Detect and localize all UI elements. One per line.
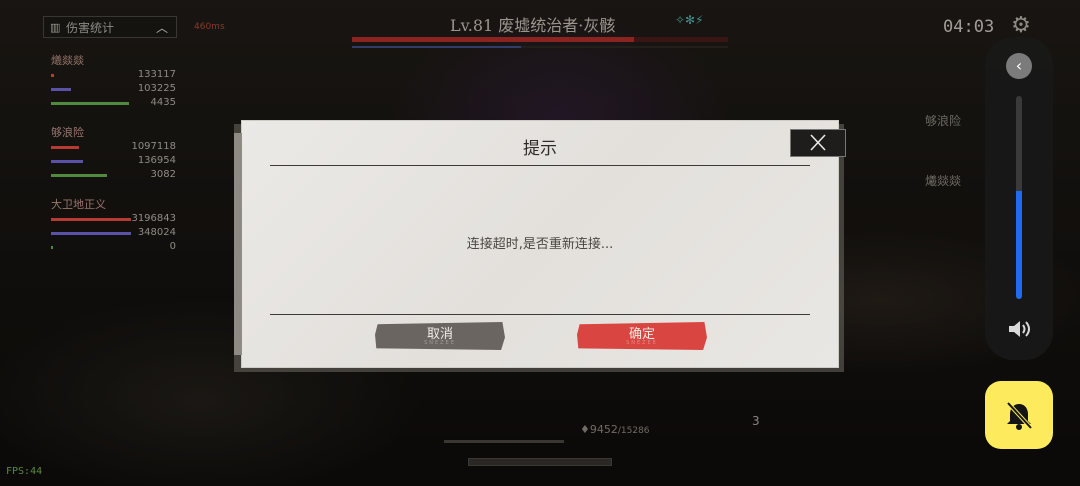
damage-stat-row: 136954 — [51, 155, 181, 167]
cast-bar — [444, 440, 564, 443]
cancel-button[interactable]: 取消 SNEZEE — [375, 322, 505, 350]
damage-stats-title: 伤害统计 — [66, 21, 115, 35]
dialog-title: 提示 — [523, 139, 557, 159]
energy-bar — [468, 458, 612, 466]
damage-stat-value: 3196843 — [131, 213, 176, 224]
close-icon — [810, 134, 826, 151]
damage-stat-bar — [51, 74, 54, 77]
bar-chart-icon: ▥ — [50, 21, 61, 34]
damage-stat-row: 3196843 — [51, 213, 181, 225]
damage-stat-bar — [51, 88, 71, 91]
damage-player-name: 大卫地正义 — [51, 198, 106, 211]
boss-hp-fill — [352, 37, 634, 42]
damage-stat-value: 4435 — [150, 97, 176, 108]
damage-stat-row: 133117 — [51, 69, 181, 81]
volume-slider-fill — [1016, 191, 1022, 299]
damage-stat-value: 103225 — [137, 83, 176, 94]
damage-stat-value: 133117 — [137, 69, 176, 80]
boss-title: Lv.81 废墟统治者·灰骸 — [450, 16, 616, 35]
damage-stat-value: 136954 — [137, 155, 176, 166]
damage-stat-bar — [51, 102, 129, 105]
damage-stat-bar — [51, 174, 107, 177]
player-hp-current: 9452 — [589, 423, 618, 436]
damage-stat-row: 4435 — [51, 97, 181, 109]
side-player-label: 够浪险 — [925, 114, 962, 128]
dialog-message: 连接超时,是否重新连接... — [466, 237, 614, 252]
damage-stat-row: 348024 — [51, 227, 181, 239]
volume-panel: ‹ — [985, 37, 1053, 360]
damage-stat-row: 0 — [51, 241, 181, 253]
confirm-button[interactable]: 确定 SNEZEE — [577, 322, 707, 350]
damage-stat-row: 3082 — [51, 169, 181, 181]
damage-stat-value: 3082 — [150, 169, 176, 180]
damage-stat-row: 1097118 — [51, 141, 181, 153]
boss-shield-fill — [352, 46, 522, 48]
bell-off-icon — [1006, 401, 1033, 430]
damage-stats-toggle[interactable]: ▥ 伤害统计 ︿ — [43, 16, 177, 38]
player-hp-max: /15286 — [617, 426, 650, 436]
confirm-button-sub: SNEZEE — [626, 340, 658, 346]
damage-stat-bar — [51, 146, 79, 149]
mute-notifications-button[interactable] — [985, 381, 1053, 449]
latency-readout: 460ms — [194, 22, 225, 32]
chevron-left-icon[interactable]: ‹ — [1006, 53, 1032, 79]
divider — [270, 314, 810, 315]
cancel-button-sub: SNEZEE — [424, 340, 456, 346]
boss-status-icons: ✧✻⚡ — [675, 13, 704, 27]
close-button[interactable] — [790, 129, 846, 157]
damage-stat-value: 0 — [169, 241, 176, 252]
boss-shield-bar — [352, 46, 728, 48]
damage-stat-bar — [51, 246, 53, 249]
match-timer: 04:03 — [943, 17, 995, 37]
damage-stat-bar — [51, 160, 83, 163]
damage-stat-value: 348024 — [137, 227, 176, 238]
damage-stat-value: 1097118 — [131, 141, 176, 152]
gear-icon[interactable]: ⚙ — [1008, 13, 1034, 39]
skill-count: 3 — [752, 414, 760, 428]
damage-stat-row: 103225 — [51, 83, 181, 95]
damage-player-name: 爔燚燚 — [51, 54, 84, 67]
boss-hp-bar — [352, 37, 728, 42]
chevron-up-icon: ︿ — [155, 21, 168, 35]
boss-bar: 460ms Lv.81 废墟统治者·灰骸 ✧✻⚡ — [194, 10, 728, 56]
player-hp-readout: ♦9452/15286 — [580, 423, 650, 436]
damage-stat-bar — [51, 218, 131, 221]
speaker-icon[interactable] — [1005, 317, 1033, 341]
damage-player-name: 够浪险 — [51, 126, 84, 139]
damage-stat-bar — [51, 232, 131, 235]
reconnect-dialog: 提示 连接超时,是否重新连接... 取消 SNEZEE 确定 SNEZEE — [234, 121, 846, 367]
divider — [270, 165, 810, 166]
side-player-label: 爔燚燚 — [925, 174, 962, 188]
fps-counter: FPS:44 — [6, 466, 43, 477]
volume-slider[interactable] — [1016, 96, 1022, 299]
